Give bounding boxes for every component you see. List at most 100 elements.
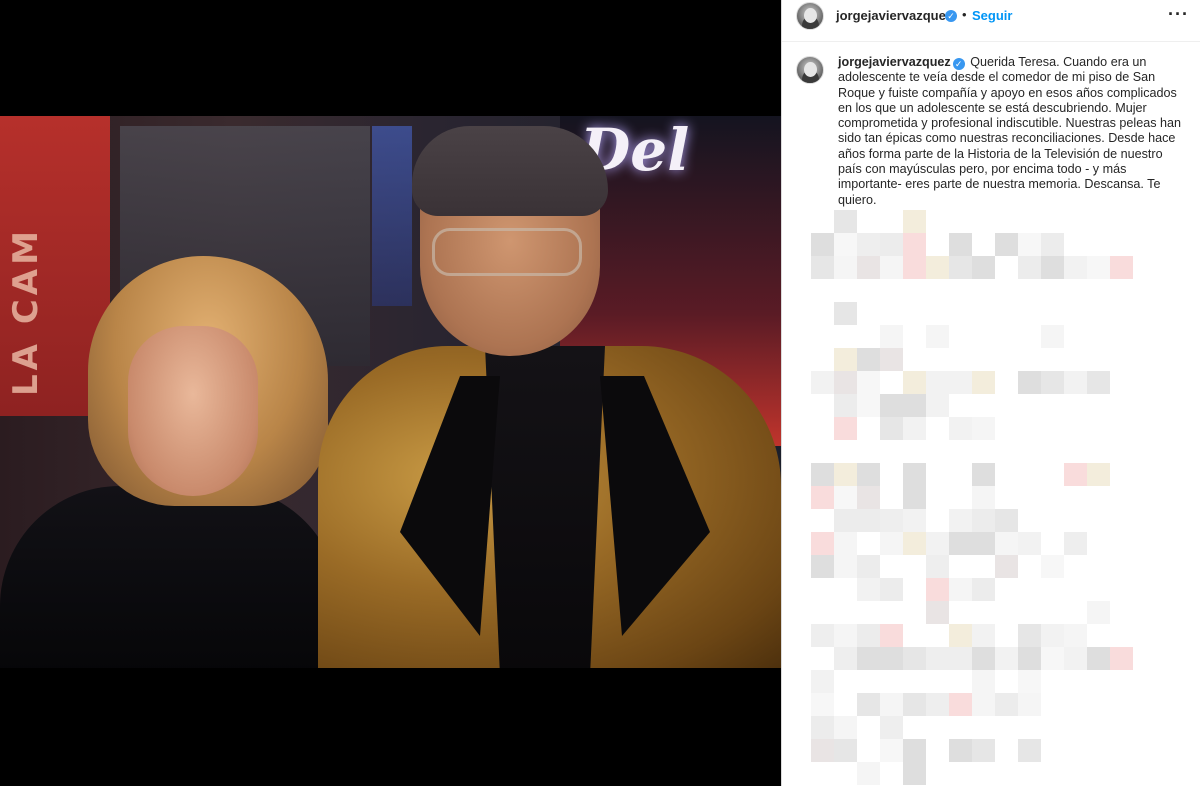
blur-pixel: [1087, 371, 1110, 394]
blur-pixel: [903, 256, 926, 279]
blur-pixel: [1064, 371, 1087, 394]
blur-pixel: [1041, 371, 1064, 394]
blur-pixel: [949, 256, 972, 279]
blur-pixel: [857, 256, 880, 279]
blur-pixel: [1064, 532, 1087, 555]
blur-pixel: [1018, 693, 1041, 716]
blur-pixel: [903, 417, 926, 440]
blur-pixel: [903, 210, 926, 233]
blur-pixel: [903, 647, 926, 670]
blur-pixel: [949, 693, 972, 716]
blur-pixel: [926, 578, 949, 601]
blur-pixel: [811, 256, 834, 279]
blur-pixel: [1041, 233, 1064, 256]
blur-pixel: [972, 647, 995, 670]
blur-pixel: [880, 325, 903, 348]
more-options-icon[interactable]: ···: [1168, 4, 1189, 25]
blur-pixel: [1018, 624, 1041, 647]
blur-pixel: [834, 417, 857, 440]
sign-letters: LA CAM: [6, 227, 46, 396]
blur-pixel: [995, 693, 1018, 716]
blur-pixel: [1018, 647, 1041, 670]
man-hair: [412, 126, 608, 216]
blur-pixel: [834, 532, 857, 555]
blur-pixel: [880, 716, 903, 739]
blur-pixel: [880, 624, 903, 647]
blur-pixel: [926, 371, 949, 394]
blur-pixel: [834, 256, 857, 279]
blur-pixel: [880, 233, 903, 256]
blur-pixel: [811, 555, 834, 578]
blur-pixel: [834, 624, 857, 647]
verified-badge-icon: ✓: [945, 10, 957, 22]
blur-pixel: [857, 348, 880, 371]
blur-pixel: [1064, 647, 1087, 670]
blur-pixel: [811, 739, 834, 762]
avatar[interactable]: [796, 56, 824, 84]
blur-pixel: [880, 578, 903, 601]
caption-username[interactable]: jorgejaviervazquez: [838, 55, 951, 69]
post-photo[interactable]: LA CAM Del: [0, 116, 781, 668]
blur-pixel: [880, 532, 903, 555]
blur-pixel: [972, 463, 995, 486]
man-glasses: [432, 228, 582, 276]
blur-pixel: [1041, 325, 1064, 348]
blur-pixel: [834, 371, 857, 394]
blur-pixel: [926, 647, 949, 670]
blur-pixel: [949, 624, 972, 647]
caption-text: Querida Teresa. Cuando era un adolescent…: [838, 55, 1182, 207]
blur-pixel: [949, 532, 972, 555]
blur-pixel: [1018, 739, 1041, 762]
blur-pixel: [811, 486, 834, 509]
separator-dot: •: [962, 7, 967, 22]
follow-button[interactable]: Seguir: [972, 8, 1012, 23]
blur-pixel: [1064, 256, 1087, 279]
woman-body: [0, 486, 340, 668]
blur-pixel: [1087, 601, 1110, 624]
post-sidebar: jorgejaviervazquez ✓ • Seguir ··· jorgej…: [781, 0, 1200, 786]
blur-pixel: [811, 624, 834, 647]
header-username[interactable]: jorgejaviervazquez: [836, 8, 952, 23]
blur-pixel: [903, 693, 926, 716]
blur-pixel: [949, 417, 972, 440]
blur-pixel: [880, 394, 903, 417]
blur-pixel: [857, 693, 880, 716]
blur-pixel: [995, 647, 1018, 670]
blur-pixel: [1018, 371, 1041, 394]
blur-pixel: [1041, 624, 1064, 647]
blur-pixel: [972, 417, 995, 440]
blur-pixel: [811, 670, 834, 693]
blur-pixel: [811, 371, 834, 394]
blur-pixel: [857, 647, 880, 670]
woman-face: [128, 326, 258, 496]
blur-pixel: [949, 371, 972, 394]
blur-pixel: [903, 762, 926, 785]
blur-pixel: [903, 233, 926, 256]
blur-pixel: [949, 739, 972, 762]
blur-pixel: [1087, 463, 1110, 486]
blur-pixel: [857, 555, 880, 578]
blur-pixel: [834, 302, 857, 325]
blur-pixel: [972, 486, 995, 509]
blur-pixel: [972, 693, 995, 716]
blur-pixel: [880, 348, 903, 371]
blur-pixel: [811, 463, 834, 486]
verified-badge-icon: ✓: [952, 58, 965, 70]
post-media: LA CAM Del: [0, 0, 781, 786]
blur-pixel: [1064, 463, 1087, 486]
blur-pixel: [903, 463, 926, 486]
blur-pixel: [1110, 256, 1133, 279]
blur-pixel: [880, 509, 903, 532]
blur-pixel: [972, 371, 995, 394]
blur-pixel: [857, 371, 880, 394]
blur-pixel: [834, 647, 857, 670]
blur-pixel: [1087, 256, 1110, 279]
blur-pixel: [926, 532, 949, 555]
blur-pixel: [1018, 256, 1041, 279]
blur-pixel: [926, 325, 949, 348]
blur-pixel: [972, 256, 995, 279]
blur-pixel: [834, 233, 857, 256]
blur-pixel: [926, 256, 949, 279]
avatar[interactable]: [796, 2, 824, 30]
blur-pixel: [880, 739, 903, 762]
